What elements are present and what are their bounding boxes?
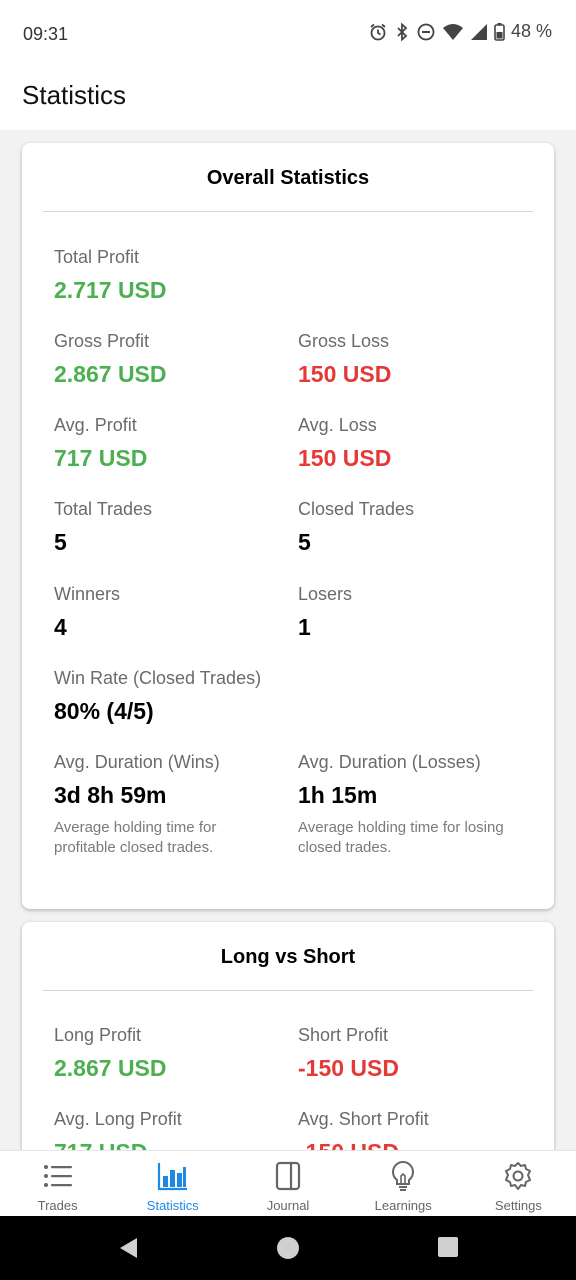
overall-statistics-card: Overall Statistics Total Profit 2.717 US…	[22, 143, 554, 909]
stat-avg-long-profit: Avg. Long Profit 717 USD	[54, 1108, 294, 1150]
status-time: 09:31	[23, 24, 69, 44]
stat-value: 717 USD	[54, 1137, 294, 1150]
nav-item-journal[interactable]: Journal	[230, 1151, 345, 1216]
battery-percent: 48 %	[510, 21, 552, 41]
lightbulb-icon	[390, 1160, 416, 1192]
stat-label: Gross Loss	[298, 331, 390, 351]
stat-total-trades: Total Trades 5	[54, 498, 294, 557]
stat-avg-profit: Avg. Profit 717 USD	[54, 414, 294, 473]
gear-icon	[503, 1160, 533, 1192]
stat-label: Gross Profit	[54, 331, 150, 351]
nav-item-statistics[interactable]: Statistics	[115, 1151, 230, 1216]
long-vs-short-card: Long vs Short Long Profit 2.867 USD Shor…	[22, 922, 554, 1150]
alarm-icon	[368, 22, 388, 42]
book-icon	[275, 1160, 301, 1192]
stat-note: Average holding time for profitable clos…	[54, 819, 217, 856]
stat-gross-profit: Gross Profit 2.867 USD	[54, 330, 294, 389]
bar-chart-icon	[157, 1160, 189, 1192]
stat-value: -150 USD	[298, 1055, 399, 1081]
stat-short-profit: Short Profit -150 USD	[298, 1024, 538, 1083]
wifi-icon	[442, 22, 464, 42]
stat-label: Total Profit	[54, 247, 140, 267]
stat-label: Avg. Duration (Wins)	[54, 752, 220, 772]
stat-value: 4	[54, 614, 67, 640]
statistics-content[interactable]: Overall Statistics Total Profit 2.717 US…	[0, 130, 576, 1150]
stat-label: Avg. Profit	[54, 415, 137, 435]
stat-value: 3d 8h 59m	[54, 782, 167, 808]
card-title: Long vs Short	[220, 946, 356, 968]
stat-avg-duration-losses: Avg. Duration (Losses) 1h 15m Average ho…	[298, 751, 523, 858]
bottom-navigation: Trades Statistics Journal Learnings Sett…	[0, 1150, 576, 1216]
stat-avg-short-profit: Avg. Short Profit -150 USD	[298, 1108, 538, 1150]
stat-value: 717 USD	[54, 445, 148, 471]
nav-label: Journal	[266, 1198, 310, 1213]
status-bar: 09:31 48 %	[0, 0, 576, 68]
stat-label: Winners	[54, 584, 121, 604]
stat-label: Avg. Loss	[298, 415, 377, 435]
card-divider	[43, 990, 533, 991]
stat-label: Avg. Short Profit	[298, 1109, 429, 1129]
home-icon[interactable]	[276, 1236, 300, 1265]
stat-win-rate: Win Rate (Closed Trades) 80% (4/5)	[54, 667, 354, 726]
stat-label: Avg. Long Profit	[54, 1109, 182, 1129]
stat-gross-loss: Gross Loss 150 USD	[298, 330, 538, 389]
stat-value: 150 USD	[298, 445, 392, 471]
stat-long-profit: Long Profit 2.867 USD	[54, 1024, 294, 1083]
stat-value: 150 USD	[298, 361, 392, 387]
nav-label: Trades	[37, 1198, 78, 1213]
stat-avg-loss: Avg. Loss 150 USD	[298, 414, 538, 473]
stat-label: Losers	[298, 584, 353, 604]
stat-label: Closed Trades	[298, 499, 415, 519]
stat-label: Win Rate (Closed Trades)	[54, 668, 262, 688]
nav-item-learnings[interactable]: Learnings	[346, 1151, 461, 1216]
stat-value: 5	[298, 529, 311, 555]
stat-closed-trades: Closed Trades 5	[298, 498, 538, 557]
stat-label: Total Trades	[54, 499, 153, 519]
stat-label: Long Profit	[54, 1025, 142, 1045]
nav-label: Learnings	[374, 1198, 432, 1213]
stat-value: -150 USD	[298, 1137, 538, 1150]
status-icons: 48 %	[368, 21, 552, 42]
stat-value: 2.867 USD	[54, 1055, 167, 1081]
stat-label: Short Profit	[298, 1025, 389, 1045]
back-icon[interactable]	[117, 1236, 139, 1265]
nav-item-settings[interactable]: Settings	[461, 1151, 576, 1216]
list-icon	[43, 1160, 73, 1192]
stat-total-profit: Total Profit 2.717 USD	[54, 246, 294, 305]
battery-icon	[494, 22, 505, 42]
stat-losers: Losers 1	[298, 583, 538, 642]
stat-label: Avg. Duration (Losses)	[298, 752, 481, 772]
stat-value: 1h 15m	[298, 782, 378, 808]
signal-icon	[470, 22, 488, 42]
card-divider	[43, 211, 533, 212]
dnd-icon	[416, 22, 436, 42]
stat-note: Average holding time for losing closed t…	[298, 819, 504, 856]
page-title: Statistics	[22, 80, 127, 110]
bluetooth-icon	[394, 22, 410, 42]
stat-value: 2.867 USD	[54, 361, 167, 387]
nav-label: Settings	[494, 1198, 542, 1213]
recents-icon[interactable]	[437, 1236, 459, 1263]
stat-value: 80% (4/5)	[54, 698, 154, 724]
system-navigation-bar	[0, 1216, 576, 1280]
stat-winners: Winners 4	[54, 583, 294, 642]
stat-avg-duration-wins: Avg. Duration (Wins) 3d 8h 59m Average h…	[54, 751, 279, 858]
stat-value: 1	[298, 614, 311, 640]
nav-label: Statistics	[146, 1198, 199, 1213]
card-title: Overall Statistics	[206, 167, 370, 189]
stat-value: 2.717 USD	[54, 277, 167, 303]
stat-value: 5	[54, 529, 67, 555]
nav-item-trades[interactable]: Trades	[0, 1151, 115, 1216]
